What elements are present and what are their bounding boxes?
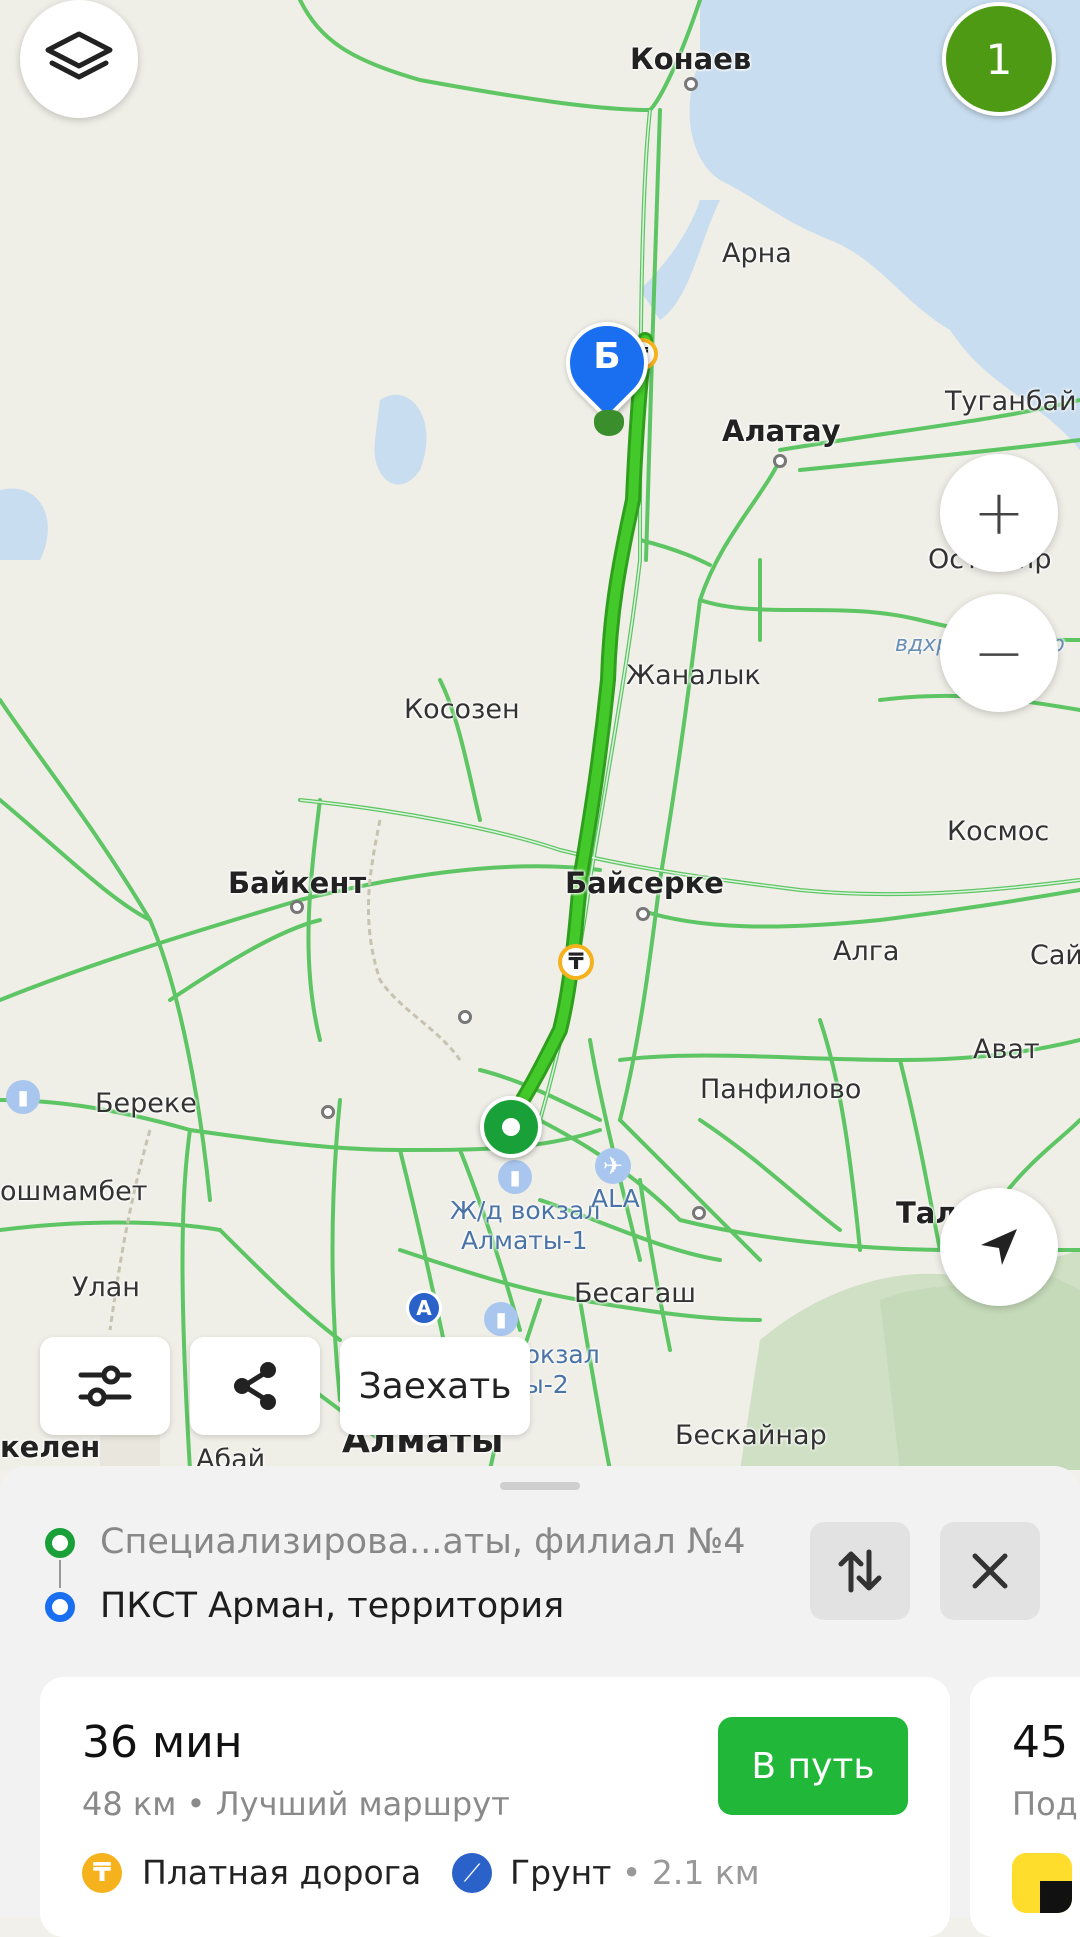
swap-route-button[interactable] bbox=[810, 1522, 910, 1620]
settlement-dot bbox=[773, 454, 787, 468]
route-time-alt: 45 bbox=[1012, 1717, 1068, 1768]
end-point-dot bbox=[45, 1592, 75, 1622]
notification-count-badge[interactable]: 1 bbox=[942, 2, 1056, 116]
my-location-button[interactable] bbox=[940, 1188, 1058, 1306]
train-station-icon[interactable]: ▮ bbox=[484, 1302, 518, 1336]
route-option-card-alt[interactable]: 45 Под bbox=[970, 1677, 1080, 1937]
settlement-dot bbox=[290, 900, 304, 914]
layers-button[interactable] bbox=[20, 0, 138, 118]
layers-icon bbox=[45, 31, 113, 80]
toll-marker-icon: ₸ bbox=[558, 944, 594, 980]
minus-icon: − bbox=[973, 616, 1025, 689]
plus-icon: + bbox=[973, 476, 1025, 549]
start-marker-center bbox=[502, 1118, 520, 1136]
toll-road-label: Платная дорога bbox=[142, 1853, 422, 1892]
route-tag: Лучший маршрут bbox=[215, 1785, 510, 1823]
map-label-kelen: келен bbox=[0, 1430, 101, 1464]
map-label-tuganbai: Туганбай bbox=[945, 386, 1077, 417]
map-label-station-1: Ж/д вокзал bbox=[450, 1196, 601, 1225]
unpaved-sep: • bbox=[621, 1853, 642, 1892]
toll-road-icon: ₸ bbox=[82, 1853, 122, 1893]
settlement-dot bbox=[458, 1010, 472, 1024]
settlement-dot bbox=[636, 907, 650, 921]
unpaved-road-icon: ⟋ bbox=[452, 1853, 492, 1893]
route-start-marker[interactable] bbox=[480, 1096, 542, 1158]
map-label-zhanalyk: Жаналык bbox=[626, 660, 761, 691]
settlement-dot bbox=[321, 1105, 335, 1119]
unpaved-road-info: Грунт • 2.1 км bbox=[510, 1853, 760, 1892]
route-settings-button[interactable] bbox=[40, 1337, 170, 1435]
close-route-button[interactable] bbox=[940, 1522, 1040, 1620]
map-label-alatau: Алатау bbox=[722, 414, 841, 448]
destination-flag-icon bbox=[594, 410, 624, 436]
route-time: 36 мин bbox=[82, 1717, 243, 1768]
map-label-konaev: Конаев bbox=[630, 42, 752, 76]
map-view[interactable]: Конаев Арна Туганбай Алатау Остемир вдхр… bbox=[0, 0, 1080, 1470]
swap-icon bbox=[838, 1549, 882, 1593]
map-label-sai: Сай bbox=[1030, 940, 1080, 971]
go-button[interactable]: В путь bbox=[718, 1717, 908, 1815]
separator: • bbox=[186, 1785, 206, 1823]
sheet-grab-handle[interactable] bbox=[500, 1482, 580, 1490]
route-to-field[interactable]: ПКСТ Арман, территория bbox=[100, 1586, 564, 1626]
map-label-avat: Ават bbox=[973, 1034, 1040, 1065]
unpaved-label: Грунт bbox=[510, 1853, 612, 1892]
share-route-button[interactable] bbox=[190, 1337, 320, 1435]
settlement-dot bbox=[692, 1206, 706, 1220]
route-connector-line bbox=[59, 1560, 61, 1588]
marker-a[interactable]: А bbox=[406, 1290, 442, 1326]
sliders-icon bbox=[78, 1365, 132, 1407]
map-label-beskainar: Бескайнар bbox=[675, 1420, 827, 1451]
map-label-station-2b: ы-2 bbox=[524, 1370, 569, 1399]
map-label-station-1b: Алматы-1 bbox=[461, 1226, 588, 1255]
route-distance: 48 км bbox=[82, 1785, 177, 1823]
route-end-marker-letter: Б bbox=[593, 336, 621, 377]
map-label-ulan: Улан bbox=[72, 1272, 140, 1303]
start-point-dot bbox=[45, 1528, 75, 1558]
map-label-panfilovo: Панфилово bbox=[700, 1074, 862, 1105]
share-icon bbox=[234, 1362, 276, 1410]
map-label-baiserke: Байсерке bbox=[565, 866, 724, 900]
yandex-taxi-icon bbox=[1012, 1853, 1072, 1913]
route-details: 48 км • Лучший маршрут bbox=[82, 1785, 510, 1823]
drive-in-label: Заехать bbox=[358, 1365, 512, 1407]
close-icon bbox=[972, 1553, 1008, 1589]
map-label-besagash: Бесагаш bbox=[574, 1278, 696, 1309]
drive-in-button[interactable]: Заехать bbox=[340, 1337, 530, 1435]
zoom-out-button[interactable]: − bbox=[940, 594, 1058, 712]
train-station-icon[interactable]: ▮ bbox=[498, 1160, 532, 1194]
map-label-airport: ALA bbox=[591, 1184, 640, 1213]
zoom-in-button[interactable]: + bbox=[940, 454, 1058, 572]
map-label-kosozen: Косозен bbox=[404, 694, 520, 725]
map-label-kosmos: Космос bbox=[947, 816, 1050, 847]
bus-station-icon[interactable]: ▮ bbox=[6, 1080, 40, 1114]
map-label-bereke: Береке bbox=[95, 1088, 197, 1119]
settlement-dot bbox=[684, 77, 698, 91]
map-label-arna: Арна bbox=[722, 238, 792, 269]
map-label-alga: Алга bbox=[833, 936, 900, 967]
route-option-card[interactable]: 36 мин 48 км • Лучший маршрут В путь ₸ П… bbox=[40, 1677, 950, 1937]
navigation-arrow-icon bbox=[981, 1229, 1017, 1265]
airport-icon[interactable]: ✈ bbox=[595, 1148, 631, 1184]
map-label-baikent: Байкент bbox=[228, 866, 367, 900]
yandex-taxi-icon-corner bbox=[1040, 1881, 1072, 1913]
unpaved-distance: 2.1 км bbox=[651, 1853, 760, 1892]
route-tag-alt: Под bbox=[1012, 1785, 1078, 1823]
route-from-field[interactable]: Специализирова...аты, филиал №4 bbox=[100, 1522, 746, 1562]
map-label-koshmambet: ошмамбет bbox=[0, 1176, 148, 1207]
